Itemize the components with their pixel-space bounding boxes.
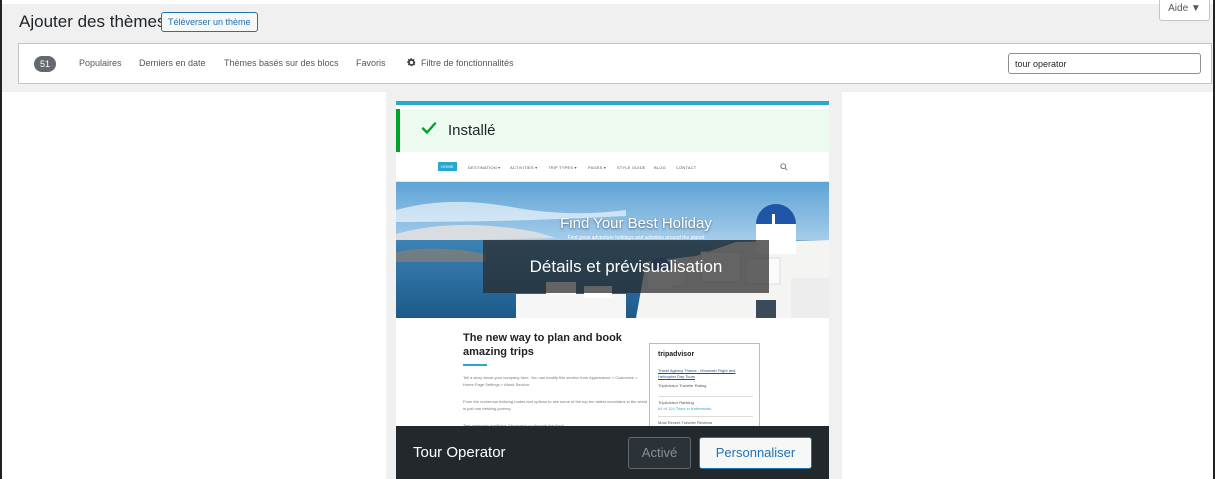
tripadvisor-logo: tripadvisor (658, 351, 695, 358)
preview-paragraph: From the numerous trekking routes and op… (463, 399, 648, 411)
preview-heading-rule (463, 364, 487, 366)
tripadvisor-line: #1 of 124 Tours in Kathmandu (658, 406, 712, 411)
filter-link-favorites[interactable]: Favoris (356, 58, 386, 68)
theme-card-footer: Tour Operator Activé Personnaliser (396, 426, 829, 479)
theme-name: Tour Operator (413, 444, 506, 461)
theme-search-input[interactable] (1008, 53, 1201, 74)
upload-theme-button[interactable]: Téléverser un thème (161, 12, 258, 32)
theme-count-badge: 51 (34, 56, 56, 72)
page-title: Ajouter des thèmes (19, 12, 166, 31)
help-tab-button[interactable]: Aide ▼ (1159, 0, 1210, 21)
preview-heading: The new way to plan and book amazing tri… (463, 332, 622, 358)
preview-nav-item: CONTACT (676, 165, 697, 170)
check-icon (421, 122, 437, 134)
preview-hero-title: Find Your Best Holiday (560, 215, 712, 232)
gear-icon[interactable] (406, 57, 417, 68)
tripadvisor-divider (658, 396, 753, 397)
preview-nav-item: STYLE GUIDE (617, 165, 646, 170)
preview-nav-item: BLOG (654, 165, 666, 170)
filter-link-popular[interactable]: Populaires (79, 58, 122, 68)
theme-card[interactable]: HOME DESTINATION ▾ ACTIVITIES ▾ TRIP TYP… (386, 92, 842, 479)
top-border (0, 0, 1215, 4)
theme-filter-bar: 51 Populaires Derniers en date Thèmes ba… (18, 43, 1212, 84)
preview-nav-item: DESTINATION ▾ (468, 165, 501, 170)
preview-nav-item: HOME (438, 162, 457, 171)
installed-label: Installé (448, 122, 496, 139)
tripadvisor-line: TripAdvisor Traveler Rating (658, 383, 707, 388)
feature-filter-link[interactable]: Filtre de fonctionnalités (421, 58, 514, 68)
preview-nav-item: ACTIVITIES ▾ (510, 165, 538, 170)
tripadvisor-divider (658, 416, 753, 417)
details-preview-overlay[interactable]: Détails et prévisualisation (483, 240, 769, 293)
search-icon (780, 163, 788, 171)
activated-button: Activé (628, 437, 691, 469)
tripadvisor-line: Travel Agency Theme - Mountain Flight an… (658, 368, 736, 379)
preview-nav-item: TRIP TYPES ▾ (548, 165, 577, 170)
preview-nav-item: PAGES ▾ (588, 165, 607, 170)
preview-nav: HOME DESTINATION ▾ ACTIVITIES ▾ TRIP TYP… (396, 154, 829, 182)
preview-paragraph: Tell a story about your company here. Yo… (463, 375, 638, 387)
filter-link-block-themes[interactable]: Thèmes basés sur des blocs (224, 58, 339, 68)
filter-link-latest[interactable]: Derniers en date (139, 58, 206, 68)
theme-screenshot[interactable]: HOME DESTINATION ▾ ACTIVITIES ▾ TRIP TYP… (396, 101, 829, 479)
customize-button[interactable]: Personnaliser (699, 437, 812, 469)
installed-notice: Installé (396, 109, 829, 152)
preview-top-bar (396, 101, 829, 105)
